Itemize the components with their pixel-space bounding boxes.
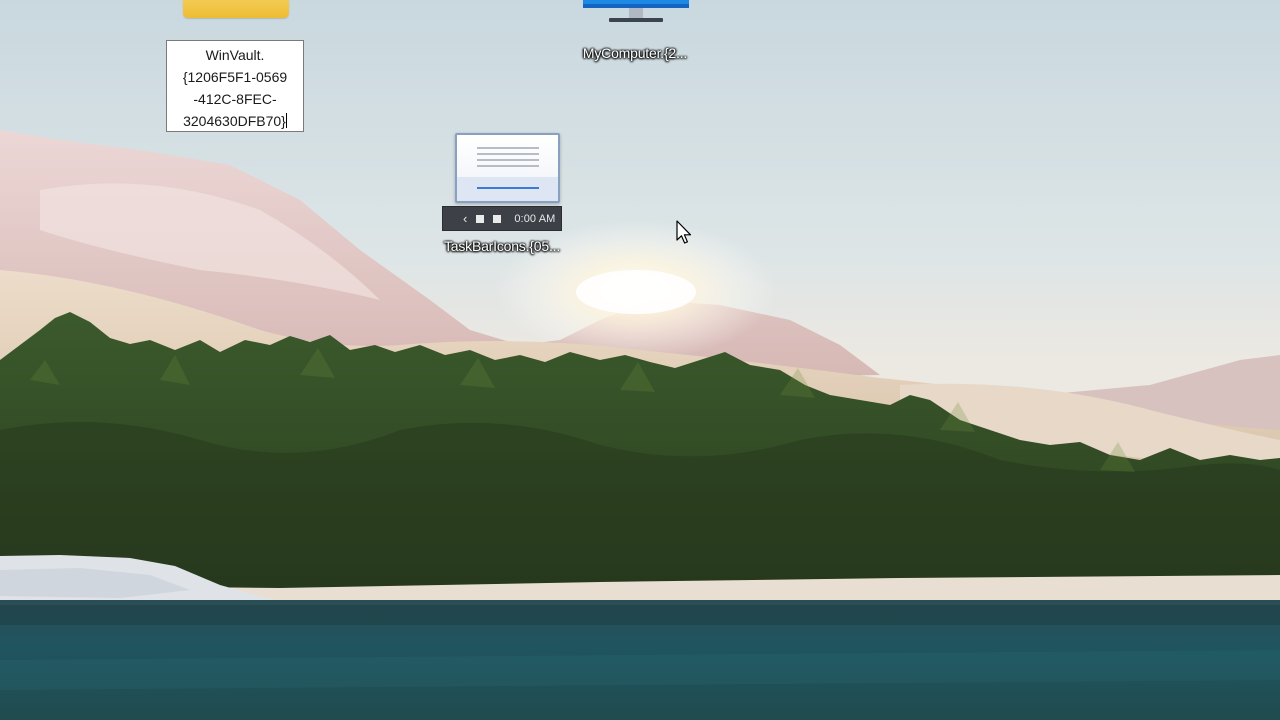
- preview-bar: [457, 177, 558, 201]
- preview-progress: [477, 187, 539, 189]
- preview-line: [477, 147, 539, 149]
- taskbar-preview-strip: ‹ 0:00 AM: [442, 206, 562, 231]
- taskbar-preview-icon[interactable]: [455, 133, 560, 203]
- mouse-cursor-icon: [676, 220, 692, 244]
- chevron-left-icon: ‹: [463, 211, 468, 226]
- preview-line: [477, 165, 539, 167]
- winvault-folder-icon[interactable]: [183, 0, 289, 18]
- preview-line: [477, 159, 539, 161]
- taskbaricons-desktop-item[interactable]: TaskBarIcons.{05...: [427, 238, 577, 254]
- preview-clock: 0:00 AM: [514, 212, 556, 225]
- desktop[interactable]: WinVault. {1206F5F1-0569 -412C-8FEC- 320…: [0, 0, 1280, 720]
- monitor-icon[interactable]: [583, 0, 689, 28]
- square-icon: [493, 214, 502, 223]
- mycomputer-label: MyComputer.{2...: [582, 45, 688, 61]
- taskbaricons-label: TaskBarIcons.{05...: [443, 238, 561, 254]
- square-icon: [476, 214, 485, 223]
- text-caret: [285, 113, 287, 128]
- mycomputer-desktop-item[interactable]: MyComputer.{2...: [560, 45, 710, 61]
- rename-input[interactable]: WinVault. {1206F5F1-0569 -412C-8FEC- 320…: [166, 40, 304, 132]
- preview-line: [477, 153, 539, 155]
- rename-input-text: WinVault. {1206F5F1-0569 -412C-8FEC- 320…: [182, 47, 288, 129]
